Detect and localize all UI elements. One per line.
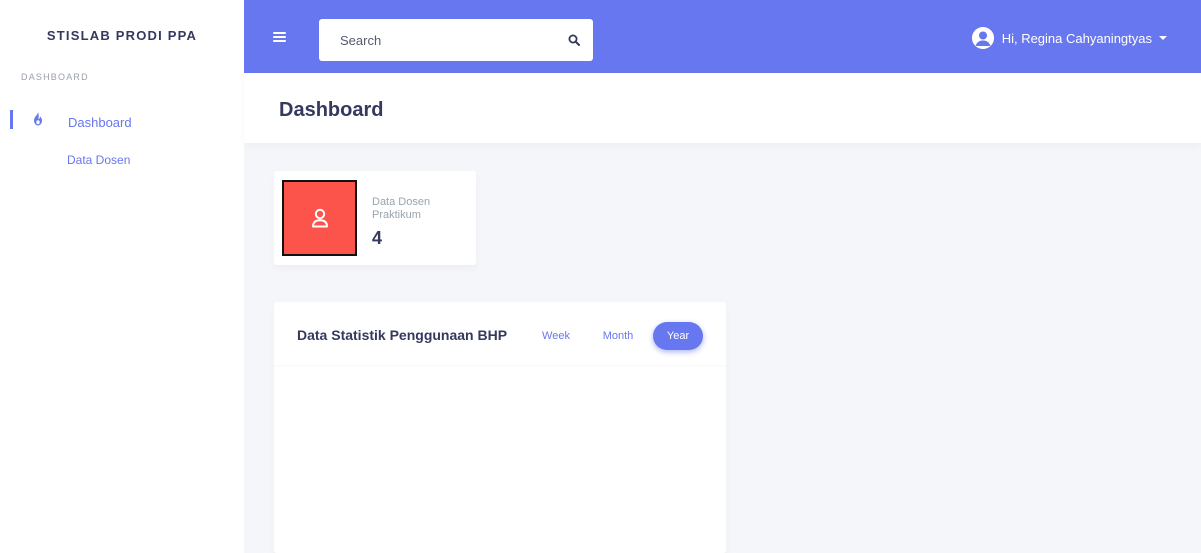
section-header: Dashboard <box>244 73 1201 143</box>
user-dropdown[interactable]: Hi, Regina Cahyaningtyas <box>971 27 1167 49</box>
stat-card-icon-box <box>282 180 357 256</box>
hamburger-menu-icon[interactable] <box>273 32 286 42</box>
period-tab-week[interactable]: Week <box>532 322 580 350</box>
stat-card-label: Data Dosen Praktikum <box>372 196 431 221</box>
sidebar-menu-header: DASHBOARD <box>21 72 89 82</box>
search-input[interactable] <box>319 19 555 61</box>
search-button[interactable] <box>555 19 593 61</box>
chart-card: Data Statistik Penggunaan BHP Week Month… <box>274 302 726 553</box>
sidebar: STISLAB PRODI PPA DASHBOARD Dashboard Da… <box>0 0 244 553</box>
search-icon <box>568 34 580 46</box>
page-title: Dashboard <box>279 99 384 121</box>
stat-card-data-dosen: Data Dosen Praktikum 4 <box>274 171 476 265</box>
sidebar-brand[interactable]: STISLAB PRODI PPA <box>0 28 244 43</box>
chart-area <box>274 367 726 553</box>
stat-card-value: 4 <box>372 228 383 248</box>
chart-card-header: Data Statistik Penggunaan BHP Week Month… <box>274 302 726 366</box>
caret-down-icon <box>1159 36 1167 40</box>
sidebar-item-data-dosen[interactable]: Data Dosen <box>67 153 130 167</box>
sidebar-item-dashboard[interactable]: Dashboard <box>68 115 132 130</box>
user-greeting: Hi, Regina Cahyaningtyas <box>1001 30 1152 46</box>
top-navbar: Hi, Regina Cahyaningtyas <box>244 0 1201 73</box>
user-avatar-icon <box>971 27 994 49</box>
user-icon <box>311 208 328 228</box>
search-box <box>319 19 593 61</box>
chart-card-title: Data Statistik Penggunaan BHP <box>297 327 508 343</box>
sidebar-active-indicator <box>10 110 13 129</box>
fire-icon <box>34 112 42 126</box>
avatar <box>971 27 994 49</box>
period-tab-month[interactable]: Month <box>592 322 644 350</box>
period-tab-year[interactable]: Year <box>653 322 703 350</box>
